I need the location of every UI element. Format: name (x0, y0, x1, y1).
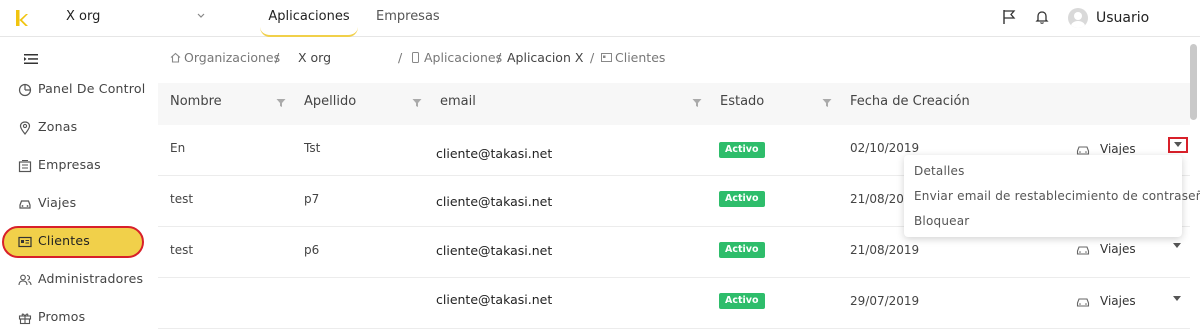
column-header-estado[interactable]: Estado (720, 94, 764, 109)
sidebar-item-clientes[interactable]: Clientes (0, 224, 150, 258)
home-icon (170, 52, 181, 63)
chevron-down-icon[interactable] (196, 10, 206, 20)
avatar[interactable] (1068, 8, 1088, 28)
car-icon (19, 200, 31, 209)
cell-email: cliente@takasi.net (436, 292, 553, 307)
breadcrumb-separator: / (497, 50, 502, 65)
sidebar-item-label: Empresas (38, 157, 101, 172)
sidebar-item-label: Clientes (38, 233, 90, 248)
breadcrumb-separator: / (590, 50, 595, 65)
dashboard-icon (18, 83, 32, 97)
sidebar-item-label: Viajes (38, 195, 77, 210)
column-header-apellido[interactable]: Apellido (304, 94, 356, 109)
trips-link[interactable]: Viajes (1100, 294, 1136, 308)
user-name[interactable]: Usuario (1096, 10, 1149, 26)
sidebar-item-label: Panel De Control (38, 81, 146, 96)
menu-item-detalles[interactable]: Detalles (914, 164, 965, 178)
filter-icon[interactable] (412, 98, 422, 108)
menu-item-reset-password[interactable]: Enviar email de restablecimiento de cont… (914, 189, 1200, 203)
filter-icon[interactable] (692, 98, 702, 108)
org-select[interactable]: X org (66, 9, 100, 24)
sidebar-item-promos[interactable]: Promos (0, 300, 150, 334)
column-header-email[interactable]: email (440, 94, 476, 109)
status-badge: Activo (719, 242, 765, 258)
status-badge: Activo (719, 293, 765, 309)
cell-email: cliente@takasi.net (436, 146, 553, 161)
sidebar-item-empresas[interactable]: Empresas (0, 148, 150, 182)
sidebar-item-viajes[interactable]: Viajes (0, 186, 150, 220)
id-card-icon (601, 53, 612, 62)
sidebar-item-administradores[interactable]: Administradores (0, 262, 150, 296)
breadcrumb-separator: / (398, 50, 403, 65)
scrollbar[interactable] (1190, 44, 1197, 120)
cell-nombre: test (170, 192, 194, 206)
breadcrumb-organizaciones[interactable]: Organizaciones (184, 50, 280, 65)
cell-nombre: En (170, 141, 186, 155)
sidebar-item-zonas[interactable]: Zonas (0, 110, 150, 144)
breadcrumb-org[interactable]: X org (298, 50, 331, 65)
status-badge: Activo (719, 191, 765, 207)
caret-down-icon[interactable] (1172, 242, 1182, 250)
cell-nombre: test (170, 243, 194, 257)
car-icon (1076, 298, 1090, 307)
column-header-nombre[interactable]: Nombre (170, 94, 222, 109)
cell-email: cliente@takasi.net (436, 243, 553, 258)
location-pin-icon (19, 121, 31, 135)
caret-down-icon[interactable] (1172, 295, 1182, 303)
trips-link[interactable]: Viajes (1100, 242, 1136, 256)
cell-fecha: 21/08/2019 (850, 243, 920, 257)
breadcrumb-clientes[interactable]: Clientes (615, 50, 665, 65)
menu-collapse-icon[interactable] (24, 53, 38, 65)
breadcrumb-aplicaciones[interactable]: Aplicaciones (424, 50, 502, 65)
trips-link[interactable]: Viajes (1100, 142, 1136, 156)
id-card-icon (18, 236, 32, 248)
sidebar-item-label: Zonas (38, 119, 78, 134)
top-bar: X org Aplicaciones Empresas Usuario (0, 0, 1200, 37)
breadcrumb-separator: / (275, 50, 280, 65)
status-badge: Activo (719, 142, 765, 158)
cell-fecha: 02/10/2019 (850, 141, 920, 155)
gift-icon (18, 313, 32, 325)
car-icon (1076, 246, 1090, 255)
building-icon (18, 159, 32, 173)
table-row[interactable]: cliente@takasi.net Activo 29/07/2019 Via… (158, 278, 1190, 329)
row-actions-menu: Detalles Enviar email de restablecimient… (904, 155, 1200, 237)
sidebar-item-panel[interactable]: Panel De Control (0, 72, 150, 106)
sidebar: Panel De Control Zonas Empresas Viajes C… (0, 38, 150, 335)
cell-apellido: p6 (304, 243, 320, 257)
cell-apellido: p7 (304, 192, 320, 206)
row-actions-toggle[interactable] (1168, 137, 1188, 153)
bell-icon[interactable] (1034, 9, 1050, 25)
flag-icon[interactable] (1001, 9, 1017, 25)
sidebar-item-label: Promos (38, 309, 86, 324)
users-icon (18, 274, 32, 286)
menu-item-bloquear[interactable]: Bloquear (914, 214, 969, 228)
column-header-fecha[interactable]: Fecha de Creación (850, 94, 970, 109)
caret-down-icon (1174, 142, 1182, 147)
filter-icon[interactable] (822, 98, 832, 108)
cell-email: cliente@takasi.net (436, 194, 553, 209)
cell-apellido: Tst (304, 141, 321, 155)
sidebar-item-label: Administradores (38, 271, 144, 286)
breadcrumb-app[interactable]: Aplicacion X (507, 50, 583, 65)
filter-icon[interactable] (276, 98, 286, 108)
cell-fecha: 29/07/2019 (850, 294, 920, 308)
table-header: Nombre Apellido email Estado Fecha de Cr… (158, 83, 1190, 125)
mobile-icon (412, 52, 419, 63)
logo-icon[interactable] (14, 8, 30, 28)
tab-empresas[interactable]: Empresas (376, 9, 440, 24)
tab-aplicaciones[interactable]: Aplicaciones (260, 9, 358, 37)
